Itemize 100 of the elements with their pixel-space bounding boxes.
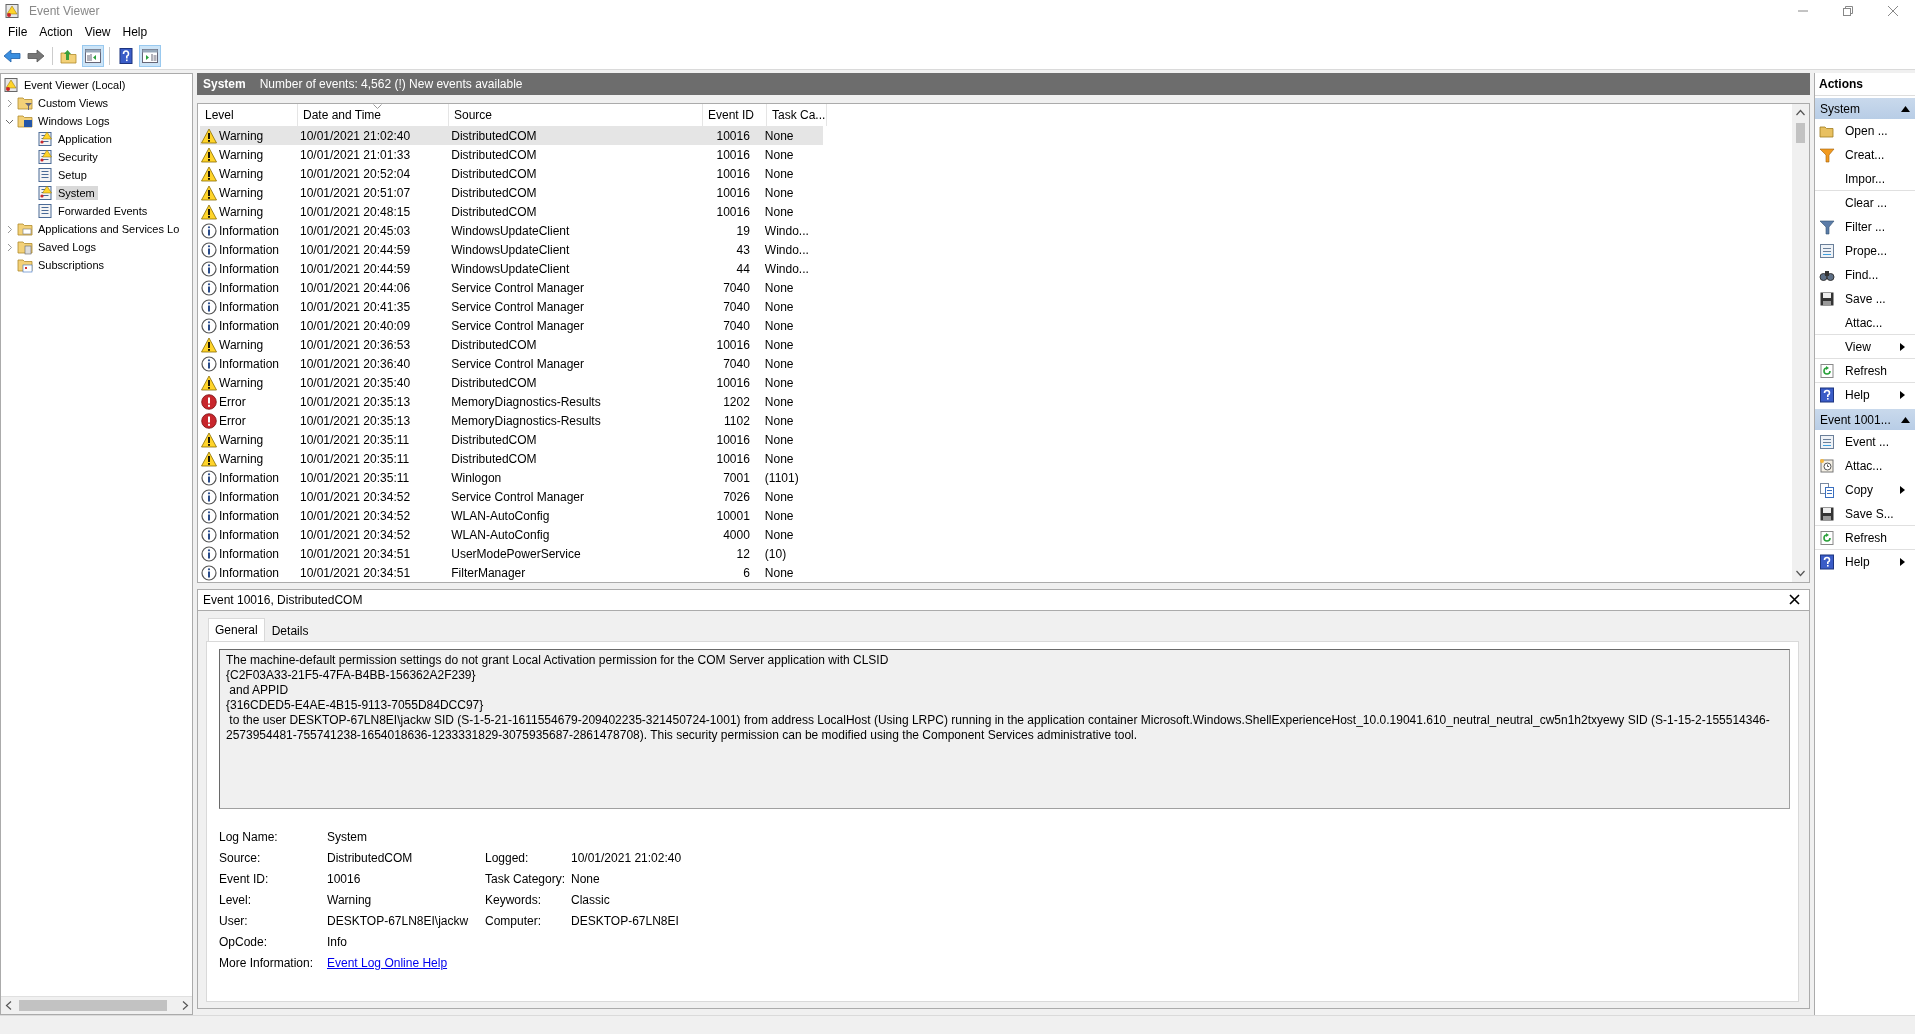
menu-item[interactable]: Action [33, 23, 79, 41]
table-row[interactable]: Error 10/01/2021 20:35:13 MemoryDiagnostics-Results 1102 None [200, 411, 823, 430]
table-row[interactable]: Information 10/01/2021 20:34:52 WLAN-AutoConfig 4000 None [200, 525, 823, 544]
menu-item[interactable]: Help [116, 23, 154, 41]
pane-command[interactable]: View [1815, 335, 1915, 359]
table-cell-text: 10016 [715, 204, 751, 219]
pane-command[interactable]: Prope... [1815, 239, 1915, 263]
table-row[interactable]: Information 10/01/2021 20:41:35 Service Control Manager 7040 None [200, 297, 823, 316]
table-cell-text: 43 [735, 242, 751, 257]
tree-item[interactable]: Setup [56, 168, 90, 182]
warning-icon [201, 450, 217, 467]
tree-item[interactable]: Applications and Services Lo [36, 222, 183, 236]
close-button[interactable] [1789, 594, 1801, 606]
toolbar-button[interactable] [139, 45, 161, 67]
table-cell-text: 7040 [722, 318, 751, 333]
window-title: Event Viewer [29, 3, 100, 18]
scroll-left-icon[interactable] [4, 1001, 12, 1010]
table-row[interactable]: Information 10/01/2021 20:34:52 Service Control Manager 7026 None [200, 487, 823, 506]
table-cell-text: 7040 [722, 280, 751, 295]
table-row[interactable]: Information 10/01/2021 20:44:06 Service Control Manager 7040 None [200, 278, 823, 297]
table-row[interactable]: Warning 10/01/2021 20:52:04 DistributedCOM 10016 None [200, 164, 823, 183]
tab[interactable]: Details [264, 620, 316, 641]
tree-item[interactable]: Event Viewer (Local) [22, 78, 129, 92]
collapse-arrow-icon[interactable] [1901, 416, 1910, 423]
pane-command[interactable]: Attac... [1815, 454, 1915, 478]
table-row[interactable]: Warning 10/01/2021 20:51:07 DistributedCOM 10016 None [200, 183, 823, 202]
table-row[interactable]: Warning 10/01/2021 21:02:40 DistributedCOM 10016 None [200, 126, 823, 145]
tab[interactable]: General [208, 618, 265, 641]
table-cell-text: None [763, 147, 795, 162]
table-row[interactable]: Warning 10/01/2021 20:35:40 DistributedCOM 10016 None [200, 373, 823, 392]
table-row[interactable]: Information 10/01/2021 20:35:11 Winlogon 7001 (1101) [200, 468, 823, 487]
table-row[interactable]: Information 10/01/2021 20:34:51 FilterManager 6 None [200, 563, 823, 582]
scrollbar-thumb[interactable] [1796, 123, 1805, 143]
horizontal-scrollbar[interactable] [1, 996, 192, 1014]
table-row[interactable]: Information 10/01/2021 20:44:59 WindowsUpdateClient 43 Windo... [200, 240, 823, 259]
scroll-down-icon[interactable] [1796, 570, 1805, 577]
help-link[interactable]: Event Log Online Help [327, 955, 448, 970]
field-label: Logged: [485, 849, 530, 867]
log-warning-icon [37, 131, 53, 147]
table-cell-text: Warning [218, 375, 264, 390]
pane-command[interactable]: Find... [1815, 263, 1915, 287]
pane-command[interactable]: Event ... [1815, 430, 1915, 454]
field-label: Keywords: [485, 891, 543, 909]
filter-icon [1819, 219, 1835, 235]
info-icon [201, 488, 217, 505]
table-row[interactable]: Error 10/01/2021 20:35:13 MemoryDiagnostics-Results 1202 None [200, 392, 823, 411]
scroll-up-icon[interactable] [1796, 109, 1805, 116]
tree-item[interactable]: Application [56, 132, 115, 146]
table-cell-text: 7040 [722, 356, 751, 371]
table-row[interactable]: Warning 10/01/2021 20:36:53 DistributedCOM 10016 None [200, 335, 823, 354]
field-label: Log Name: [219, 828, 279, 846]
actions-section-header[interactable]: Event 1001... [1815, 409, 1915, 430]
menu-item[interactable]: View [78, 23, 117, 41]
pane-command[interactable]: Open ... [1815, 119, 1915, 143]
table-cell-text: Information [218, 223, 280, 238]
tree-item[interactable]: Forwarded Events [56, 204, 151, 218]
calendar-folder-icon [17, 257, 33, 273]
scroll-right-icon[interactable] [181, 1001, 189, 1010]
table-row[interactable]: Information 10/01/2021 20:40:09 Service Control Manager 7040 None [200, 316, 823, 335]
actions-section-header[interactable]: System [1815, 98, 1915, 119]
vertical-scrollbar[interactable] [1792, 104, 1809, 582]
pane-command[interactable]: Refresh [1815, 359, 1915, 383]
tree-item[interactable]: Saved Logs [36, 240, 100, 254]
table-cell-text: 10016 [715, 432, 751, 447]
collapse-arrow-icon[interactable] [1901, 105, 1910, 112]
pane-command[interactable]: Clear ... [1815, 191, 1915, 215]
table-row[interactable]: Information 10/01/2021 20:45:03 WindowsUpdateClient 19 Windo... [200, 221, 823, 240]
table-row[interactable]: Information 10/01/2021 20:34:51 UserModePowerService 12 (10) [200, 544, 823, 563]
table-row[interactable]: Information 10/01/2021 20:44:59 WindowsUpdateClient 44 Windo... [200, 259, 823, 278]
pane-command[interactable]: Save S... [1815, 502, 1915, 526]
table-cell-text: 19 [735, 223, 751, 238]
tree-item[interactable]: System [56, 186, 98, 200]
pane-command[interactable]: Impor... [1815, 167, 1915, 191]
table-cell-text: Warning [218, 337, 264, 352]
copy-icon [1819, 482, 1835, 498]
toolbar-button[interactable] [82, 45, 104, 67]
pane-command[interactable]: Help [1815, 550, 1915, 574]
scrollbar-thumb[interactable] [19, 1000, 167, 1011]
menu-item[interactable]: File [2, 23, 34, 41]
table-row[interactable]: Information 10/01/2021 20:34:52 WLAN-AutoConfig 10001 None [200, 506, 823, 525]
tree-item[interactable]: Security [56, 150, 101, 164]
table-row[interactable]: Warning 10/01/2021 20:48:15 DistributedCOM 10016 None [200, 202, 823, 221]
pane-command[interactable]: Refresh [1815, 526, 1915, 550]
table-row[interactable]: Warning 10/01/2021 21:01:33 DistributedCOM 10016 None [200, 145, 823, 164]
table-cell-text: None [763, 166, 795, 181]
pane-command[interactable]: Creat... [1815, 143, 1915, 167]
tree-item[interactable]: Subscriptions [36, 258, 108, 272]
pane-command[interactable]: Copy [1815, 478, 1915, 502]
tree-item[interactable]: Custom Views [36, 96, 112, 110]
pane-command[interactable]: Help [1815, 383, 1915, 407]
pane-command[interactable]: Save ... [1815, 287, 1915, 311]
field-label: Event ID: [219, 870, 270, 888]
tree-item[interactable]: Windows Logs [36, 114, 113, 128]
table-row[interactable]: Information 10/01/2021 20:36:40 Service Control Manager 7040 None [200, 354, 823, 373]
table-cell-text: 10/01/2021 20:34:52 [298, 527, 412, 542]
pane-command[interactable]: Filter ... [1815, 215, 1915, 239]
table-cell-text: None [763, 489, 795, 504]
pane-command[interactable]: Attac... [1815, 311, 1915, 335]
table-row[interactable]: Warning 10/01/2021 20:35:11 DistributedCOM 10016 None [200, 430, 823, 449]
table-row[interactable]: Warning 10/01/2021 20:35:11 DistributedCOM 10016 None [200, 449, 823, 468]
